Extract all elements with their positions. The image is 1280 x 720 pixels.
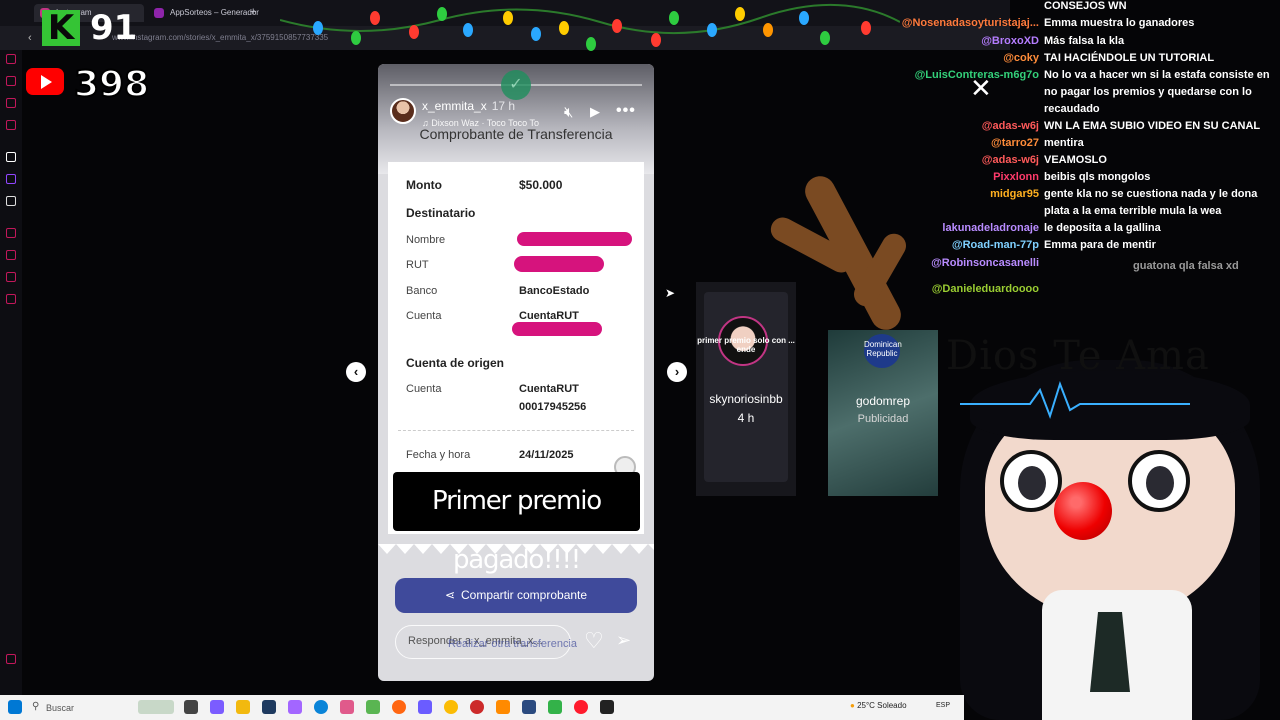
story-card-skynoriosinbb[interactable]: primer premio solo con ... ende skynorio… <box>696 282 796 496</box>
receipt-ghost-button-text: Realizar otra transferencia <box>448 638 578 650</box>
origin-account-heading: Cuenta de origen <box>406 356 505 370</box>
story-card-godomrep[interactable]: Dominican Republic godomrep Publicidad <box>828 330 938 496</box>
dios-te-ama-art-text: Dios Te Ama <box>946 333 1210 379</box>
app-icon[interactable] <box>288 700 302 714</box>
opera-icon[interactable] <box>574 700 588 714</box>
chat-username[interactable]: @Robinsoncasanelli <box>931 257 1039 269</box>
app-icon[interactable] <box>366 700 380 714</box>
app-icon[interactable] <box>470 700 484 714</box>
chat-username[interactable]: midgar95 <box>990 188 1039 200</box>
receipt-zigzag-edge <box>378 544 654 554</box>
pupil <box>1018 466 1046 500</box>
taskbar-search[interactable]: ⚲ Buscar <box>26 698 131 717</box>
story-overlay-text: primer premio solo con ... ende <box>697 336 795 354</box>
chat-username[interactable]: @Danieleduardoooo <box>932 283 1039 295</box>
chat-message: VEAMOSLO <box>1044 154 1107 166</box>
red-clown-nose <box>1054 482 1112 540</box>
divider <box>398 430 634 431</box>
language-indicator[interactable]: ESP <box>936 702 950 709</box>
origin-account-number: 00017945256 <box>519 401 587 413</box>
app-icon[interactable] <box>418 700 432 714</box>
chat-message: Emma muestra lo ganadores <box>1044 17 1195 29</box>
origin-account-label: Cuenta <box>406 383 442 395</box>
sun-icon: ● <box>850 701 858 710</box>
pupil <box>1146 466 1174 500</box>
chat-message: WN LA EMA SUBIO VIDEO EN SU CANAL <box>1044 120 1261 132</box>
app-icon[interactable] <box>340 700 354 714</box>
sidebar-settings-icon[interactable] <box>6 654 16 664</box>
chat-username[interactable]: @tarro27 <box>991 137 1039 149</box>
chat-username[interactable]: lakunadeladronaje <box>942 222 1039 234</box>
chat-username[interactable]: @LuisContreras-m6g7o <box>915 69 1039 81</box>
send-icon[interactable]: ➢ <box>616 630 631 651</box>
share-receipt-button[interactable]: ⋖ Compartir comprobante <box>395 578 637 613</box>
dominican-republic-logo: Dominican Republic <box>864 334 902 368</box>
chat-message: Emma para de mentir <box>1044 239 1156 251</box>
chat-message: TAI HACIÉNDOLE UN TUTORIAL <box>1044 52 1215 64</box>
share-label: Compartir comprobante <box>461 588 588 602</box>
chrome-icon[interactable] <box>444 700 458 714</box>
previous-story-button[interactable]: ‹ <box>346 362 366 382</box>
next-story-button[interactable]: › <box>667 362 687 382</box>
chat-username[interactable]: Pixxlonn <box>993 171 1039 183</box>
chat-username[interactable]: @Road-man-77p <box>952 239 1039 251</box>
chat-username[interactable]: @adas-w6j <box>982 120 1039 132</box>
weather-text: 25°C Soleado <box>857 701 907 710</box>
file-explorer-icon[interactable] <box>236 700 250 714</box>
chat-message: beibis qls mongolos <box>1044 171 1151 183</box>
weather-widget[interactable]: ● 25°C Soleado <box>850 701 907 710</box>
screen: Instagram AppSorteos – Generador + ‹ www… <box>0 0 1280 720</box>
card-username: skynoriosinbb <box>709 392 783 406</box>
reply-input[interactable]: Responder a x_emmita_x... Realizar otra … <box>395 625 577 659</box>
app-icon[interactable] <box>496 700 510 714</box>
search-icon: ⚲ <box>32 701 40 712</box>
heartbeat-line-decoration <box>960 380 1190 420</box>
chat-message: gente kla no se cuestiona nada y le dona… <box>1044 188 1258 217</box>
date-value: 24/11/2025 <box>519 449 574 461</box>
chat-message: le deposita a la gallina <box>1044 222 1161 234</box>
chat-message: Más falsa la kla <box>1044 35 1125 47</box>
share-icon: ⋖ <box>444 588 455 602</box>
live-chat: CONSEJOS WN @Nosenadasoyturistajaj... Emma… <box>0 0 1280 300</box>
date-label: Fecha y hora <box>406 449 471 461</box>
origin-account-type: CuentaRUT <box>519 383 579 395</box>
chat-message: guatona qla falsa xd <box>1133 260 1239 272</box>
firefox-icon[interactable] <box>392 700 406 714</box>
app-icon[interactable] <box>548 700 562 714</box>
card-username: godomrep <box>855 394 911 408</box>
start-icon[interactable] <box>8 700 22 714</box>
card-time: 4 h <box>737 411 755 425</box>
task-view-icon[interactable] <box>184 700 198 714</box>
redaction-scribble <box>512 322 602 336</box>
app-icon[interactable] <box>262 700 276 714</box>
vtuber-eye <box>1128 450 1190 512</box>
chat-username[interactable]: @Nosenadasoyturistajaj... <box>902 17 1039 29</box>
vtuber-eye <box>1000 450 1062 512</box>
chat-message: CONSEJOS WN <box>1044 0 1127 12</box>
widget-thumbnail[interactable] <box>138 700 174 714</box>
edge-icon[interactable] <box>314 700 328 714</box>
chat-message: No lo va a hacer wn si la estafa consist… <box>1044 69 1270 115</box>
app-icon[interactable] <box>522 700 536 714</box>
logo-text: Dominican Republic <box>864 340 902 358</box>
copilot-icon[interactable] <box>210 700 224 714</box>
account-label: Cuenta <box>406 310 442 322</box>
windows-taskbar: ⚲ Buscar ● 25°C Soleado ESP <box>0 695 964 720</box>
account-value: CuentaRUT <box>519 310 579 322</box>
like-heart-icon[interactable]: ♡ <box>584 628 604 654</box>
card-sponsored-label: Publicidad <box>857 413 909 425</box>
chat-username[interactable]: @coky <box>1003 52 1039 64</box>
chat-message: mentira <box>1044 137 1084 149</box>
chat-username[interactable]: @BroxoXD <box>981 35 1039 47</box>
obs-icon[interactable] <box>600 700 614 714</box>
search-label: Buscar <box>46 703 75 713</box>
story-caption: Primer premio pagado!!!! <box>393 472 640 575</box>
chat-username[interactable]: @adas-w6j <box>982 154 1039 166</box>
